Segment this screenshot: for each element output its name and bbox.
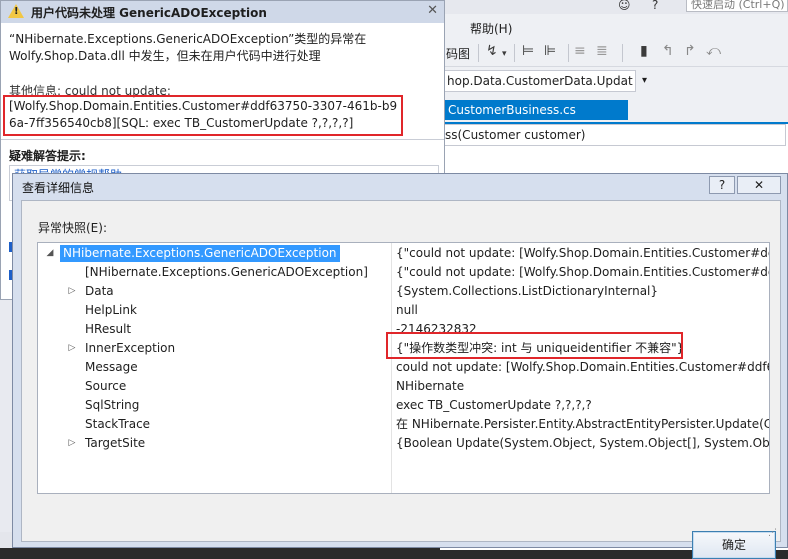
help-circle-icon[interactable]: ? [652, 0, 658, 12]
expand-toggle-icon[interactable]: ▷ [67, 339, 77, 358]
toolbar-separator [514, 44, 515, 62]
tree-row-name: NHibernate.Exceptions.GenericADOExceptio… [60, 245, 340, 262]
toolbar-separator [568, 44, 569, 62]
tree-row[interactable]: StackTrace 在 NHibernate.Persister.Entity… [38, 415, 770, 434]
tree-row[interactable]: ▷ Data {System.Collections.ListDictionaryI… [38, 282, 769, 301]
menu-help[interactable]: 帮助(H) [470, 20, 512, 37]
tree-row-name: Message [85, 360, 138, 374]
tree-row-value: null [396, 303, 418, 317]
tips-label: 疑难解答提示: [9, 149, 86, 163]
ide-combobar: hop.Data.CustomerData.Updat ▾ [440, 67, 788, 95]
ok-button[interactable]: 确定 [692, 531, 776, 559]
tree-row-value: exec TB_CustomerUpdate ?,?,?,? [396, 398, 592, 412]
tree-row-name: HelpLink [85, 303, 137, 317]
comment-icon[interactable]: ≡ [574, 43, 586, 59]
tree-row[interactable]: [NHibernate.Exceptions.GenericADOExcepti… [38, 263, 770, 282]
tree-row-name: StackTrace [85, 417, 151, 431]
divider [1, 139, 444, 140]
tree-row-name: HResult [85, 322, 132, 336]
prev-bookmark-icon[interactable]: ↰ [662, 43, 674, 59]
clear-bookmarks-icon[interactable]: ⤺ [706, 43, 721, 59]
tree-row-value: could not update: [Wolfy.Shop.Domain.Ent… [396, 360, 770, 374]
exception-snapshot-tree[interactable]: ◢ NHibernate.Exceptions.GenericADOExcepti… [37, 242, 770, 494]
tree-row-value: {"could not update: [Wolfy.Shop.Domain.E… [396, 246, 770, 260]
tree-row-value: NHibernate [396, 379, 465, 393]
tree-row[interactable]: Source NHibernate [38, 377, 769, 396]
uncomment-icon[interactable]: ≣ [596, 43, 608, 59]
quick-launch-input[interactable]: 快速启动 (Ctrl+Q) [686, 0, 788, 12]
tree-row[interactable]: ◢ NHibernate.Exceptions.GenericADOExcepti… [38, 244, 770, 263]
expand-toggle-icon[interactable]: ◢ [45, 244, 55, 263]
snapshot-label: 异常快照(E): [38, 221, 107, 235]
next-bookmark-icon[interactable]: ↱ [684, 43, 696, 59]
tree-row-name: Data [85, 284, 114, 298]
view-detail-dialog: 查看详细信息 ? ✕ 异常快照(E): ◢ NHibernate.Exceptio… [12, 173, 788, 559]
dialog-title: 查看详细信息 [22, 181, 95, 195]
toolbar-partial-label[interactable]: 码图 [446, 45, 470, 62]
tree-row[interactable]: ▷ TargetSite {Boolean Update(System.Object… [38, 434, 770, 453]
feedback-icon[interactable]: ☺ [618, 0, 631, 12]
tree-row-name: [NHibernate.Exceptions.GenericADOExcepti… [85, 265, 368, 279]
bookmark-icon[interactable]: ▮ [640, 43, 648, 59]
exception-header: ! 用户代码未处理 GenericADOException ✕ [1, 1, 444, 23]
toolbar-separator [622, 44, 623, 62]
tree-row-name: Source [85, 379, 127, 393]
close-button[interactable]: ✕ [737, 176, 781, 194]
exception-title: 用户代码未处理 GenericADOException [31, 6, 267, 20]
tree-row-value: {Boolean Update(System.Object, System.Ob… [396, 436, 770, 450]
resize-grip-icon[interactable]: ⋰ [768, 528, 777, 538]
ide-toolbar: 码图 ↯ ▾ ⊨ ⊫ ≡ ≣ ▮ ↰ ↱ ⤺ [440, 40, 788, 67]
ide-tabbar: CustomerBusiness.cs [440, 97, 788, 121]
close-icon[interactable]: ✕ [427, 3, 438, 18]
tree-row-name: InnerException [85, 341, 176, 355]
warning-icon-mark: ! [14, 6, 19, 17]
member-combo[interactable]: ss(Customer customer) [440, 124, 786, 146]
project-combo[interactable]: hop.Data.CustomerData.Updat [440, 70, 636, 92]
highlight-box-other-info [3, 95, 403, 136]
ide-menubar: 帮助(H) [440, 16, 788, 38]
tree-row-value: {"could not update: [Wolfy.Shop.Domain.E… [396, 265, 770, 279]
tree-row[interactable]: SqlString exec TB_CustomerUpdate ?,?,?,? [38, 396, 769, 415]
expand-toggle-icon[interactable]: ▷ [67, 434, 77, 453]
tree-row-value: {System.Collections.ListDictionaryIntern… [396, 284, 659, 298]
dialog-panel: 异常快照(E): ◢ NHibernate.Exceptions.GenericA… [21, 200, 781, 559]
tree-row[interactable]: HelpLink null [38, 301, 769, 320]
tree-row-name: TargetSite [85, 436, 146, 450]
chevron-down-icon[interactable]: ▾ [502, 49, 507, 59]
toolbar-separator [478, 44, 479, 62]
help-button[interactable]: ? [709, 176, 735, 194]
bookmark-list-icon[interactable]: ⊨ [522, 43, 534, 59]
indent-icon[interactable]: ⊫ [544, 43, 556, 59]
expand-toggle-icon[interactable]: ▷ [67, 282, 77, 301]
tree-row-name: SqlString [85, 398, 140, 412]
highlight-box-inner-exception [386, 332, 683, 359]
tree-row-value: 在 NHibernate.Persister.Entity.AbstractEn… [396, 417, 770, 431]
tree-row[interactable]: Message could not update: [Wolfy.Shop.Dom… [38, 358, 770, 377]
ide-left-strip [0, 270, 12, 548]
exception-description: “NHibernate.Exceptions.GenericADOExcepti… [9, 32, 367, 63]
tab-customerbusiness[interactable]: CustomerBusiness.cs [440, 100, 628, 120]
format-icon[interactable]: ↯ [486, 43, 498, 59]
chevron-down-icon[interactable]: ▾ [642, 75, 647, 86]
